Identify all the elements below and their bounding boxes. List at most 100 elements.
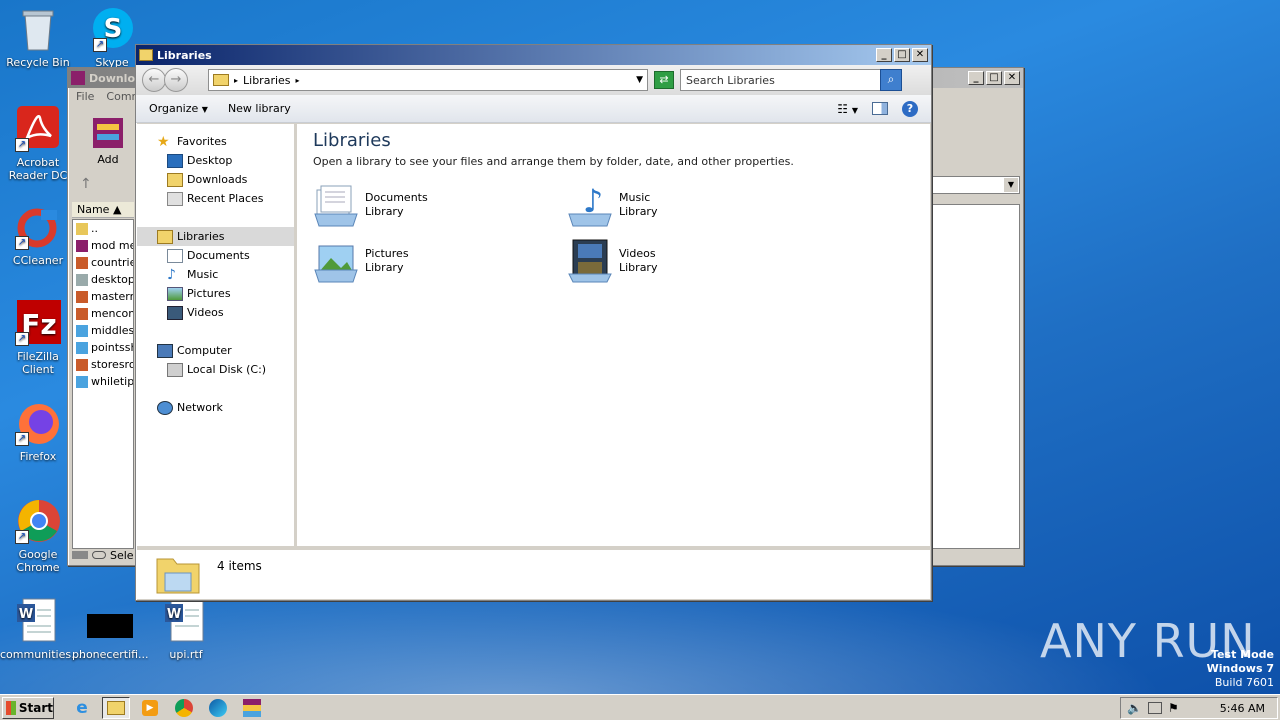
refresh-icon[interactable]: ⇄ bbox=[654, 71, 674, 89]
back-button[interactable]: ← bbox=[142, 68, 166, 92]
organize-button[interactable]: Organize ▼ bbox=[149, 102, 208, 115]
chevron-down-icon[interactable]: ▼ bbox=[636, 75, 643, 85]
desktop-icon-chrome[interactable]: ↗ Google Chrome bbox=[0, 498, 76, 574]
list-item[interactable]: desktop bbox=[73, 271, 133, 288]
desktop-icon-acrobat[interactable]: ↗ Acrobat Reader DC bbox=[0, 106, 76, 182]
list-item[interactable]: masterre bbox=[73, 288, 133, 305]
list-item[interactable]: countrie bbox=[73, 254, 133, 271]
taskbar-winrar[interactable] bbox=[238, 697, 266, 719]
desktop-icon bbox=[167, 153, 183, 168]
winrar-icon bbox=[243, 698, 261, 717]
library-music[interactable]: ♪ Music Library bbox=[567, 182, 821, 228]
column-header-name[interactable]: Name ▲ bbox=[72, 202, 134, 218]
library-type: Library bbox=[619, 205, 658, 218]
taskbar-explorer[interactable] bbox=[102, 696, 130, 719]
library-videos[interactable]: Videos Library bbox=[567, 238, 821, 284]
acrobat-icon: ↗ bbox=[15, 106, 61, 152]
minimize-button[interactable]: _ bbox=[968, 71, 984, 85]
internet-explorer-icon: e bbox=[76, 697, 88, 718]
breadcrumb-arrow-icon[interactable]: ▸ bbox=[234, 76, 238, 85]
desktop-icon-communities-doc[interactable]: W communities.... bbox=[0, 598, 85, 661]
nav-desktop[interactable]: Desktop bbox=[137, 151, 294, 170]
list-item[interactable]: whiletips bbox=[73, 373, 133, 390]
nav-libraries[interactable]: Libraries bbox=[137, 227, 294, 246]
forward-button[interactable]: → bbox=[164, 68, 188, 92]
documents-library-icon bbox=[314, 185, 358, 227]
list-item[interactable]: middlese bbox=[73, 322, 133, 339]
nav-pictures[interactable]: Pictures bbox=[137, 284, 294, 303]
clock[interactable]: 5:46 AM bbox=[1220, 702, 1265, 715]
archive-icon bbox=[76, 239, 88, 252]
maximize-button[interactable]: □ bbox=[986, 71, 1002, 85]
nav-local-disk[interactable]: Local Disk (C:) bbox=[137, 360, 294, 379]
search-input[interactable]: Search Libraries ⌕ bbox=[680, 69, 902, 91]
library-documents[interactable]: Documents Library bbox=[313, 182, 567, 228]
key-icon bbox=[92, 551, 106, 559]
action-center-flag-icon[interactable]: ⚑ bbox=[1168, 701, 1179, 715]
start-button[interactable]: Start bbox=[2, 696, 54, 719]
content-pane[interactable]: Libraries Open a library to see your fil… bbox=[297, 124, 930, 546]
taskbar-ie[interactable]: e bbox=[68, 697, 96, 719]
file-list[interactable]: .. mod mer countrie desktop masterre men… bbox=[72, 219, 134, 549]
view-options-icon[interactable]: ☷ ▼ bbox=[837, 102, 858, 116]
desktop-icon-label: upi.rtf bbox=[169, 648, 203, 661]
help-icon[interactable]: ? bbox=[902, 100, 918, 117]
desktop-icon-label: Firefox bbox=[19, 450, 57, 463]
list-item[interactable]: .. bbox=[73, 220, 133, 237]
nav-documents[interactable]: Documents bbox=[137, 246, 294, 265]
desktop-icon-upi-rtf[interactable]: W upi.rtf bbox=[148, 598, 224, 661]
search-icon[interactable]: ⌕ bbox=[880, 69, 902, 91]
menu-file[interactable]: File bbox=[76, 90, 94, 106]
libraries-folder-icon bbox=[213, 74, 229, 86]
nav-recent-places[interactable]: Recent Places bbox=[137, 189, 294, 208]
taskbar-chrome[interactable] bbox=[170, 697, 198, 719]
list-item[interactable]: mencom bbox=[73, 305, 133, 322]
details-pane: 4 items bbox=[137, 547, 930, 599]
close-button[interactable]: ✕ bbox=[912, 48, 928, 62]
explorer-titlebar[interactable]: Libraries _ □ ✕ bbox=[136, 45, 931, 65]
desktop-icon-ccleaner[interactable]: ↗ CCleaner bbox=[0, 204, 76, 267]
list-item[interactable]: storesro bbox=[73, 356, 133, 373]
list-item[interactable]: mod mer bbox=[73, 237, 133, 254]
desktop-icon-phonecert[interactable]: phonecertifi... bbox=[72, 598, 149, 661]
navigation-pane[interactable]: ★ Favorites Desktop Downloads Recent Plac… bbox=[137, 124, 297, 546]
image-file-icon bbox=[76, 256, 88, 269]
explorer-window[interactable]: Libraries _ □ ✕ ← → ▸ Libraries ▸ ▼ ⇄ Se… bbox=[135, 44, 932, 601]
maximize-button[interactable]: □ bbox=[894, 48, 910, 62]
new-library-button[interactable]: New library bbox=[228, 102, 291, 115]
hard-drive-icon bbox=[167, 362, 183, 377]
nav-downloads[interactable]: Downloads bbox=[137, 170, 294, 189]
library-type: Library bbox=[365, 261, 404, 274]
library-pictures[interactable]: Pictures Library bbox=[313, 238, 567, 284]
up-arrow-icon[interactable]: ↑ bbox=[80, 176, 92, 192]
nav-favorites[interactable]: ★ Favorites bbox=[137, 132, 294, 151]
network-tray-icon[interactable] bbox=[1147, 702, 1162, 714]
minimize-button[interactable]: _ bbox=[876, 48, 892, 62]
desktop-icon-firefox[interactable]: ↗ Firefox bbox=[0, 400, 76, 463]
nav-videos[interactable]: Videos bbox=[137, 303, 294, 322]
list-item[interactable]: pointssh bbox=[73, 339, 133, 356]
file-list-right[interactable] bbox=[932, 204, 1020, 549]
windows-logo-icon bbox=[6, 700, 16, 715]
volume-icon[interactable]: 🔈 bbox=[1127, 701, 1142, 715]
breadcrumb-arrow-icon[interactable]: ▸ bbox=[296, 76, 300, 85]
word-document-icon: W bbox=[163, 598, 209, 644]
chevron-down-icon: ▼ bbox=[201, 105, 208, 114]
svg-text:W: W bbox=[167, 607, 181, 622]
add-button[interactable]: Add bbox=[86, 116, 130, 166]
nav-music[interactable]: ♪ Music bbox=[137, 265, 294, 284]
nav-network[interactable]: Network bbox=[137, 398, 294, 417]
nav-computer[interactable]: Computer bbox=[137, 341, 294, 360]
close-button[interactable]: ✕ bbox=[1004, 71, 1020, 85]
address-bar[interactable]: ▸ Libraries ▸ ▼ bbox=[208, 69, 648, 91]
breadcrumb-libraries[interactable]: Libraries bbox=[243, 74, 291, 87]
path-dropdown[interactable]: ▼ bbox=[932, 176, 1020, 194]
taskbar-media-player[interactable]: ▶ bbox=[136, 697, 164, 719]
item-count: 4 items bbox=[217, 558, 262, 573]
desktop-icon-recycle-bin[interactable]: Recycle Bin bbox=[0, 6, 76, 69]
explorer-body: ★ Favorites Desktop Downloads Recent Plac… bbox=[137, 124, 930, 546]
desktop-icon-filezilla[interactable]: Fz ↗ FileZilla Client bbox=[0, 300, 76, 376]
preview-pane-icon[interactable] bbox=[872, 102, 888, 115]
taskbar-edge[interactable] bbox=[204, 697, 232, 719]
image-file-icon bbox=[76, 307, 88, 320]
